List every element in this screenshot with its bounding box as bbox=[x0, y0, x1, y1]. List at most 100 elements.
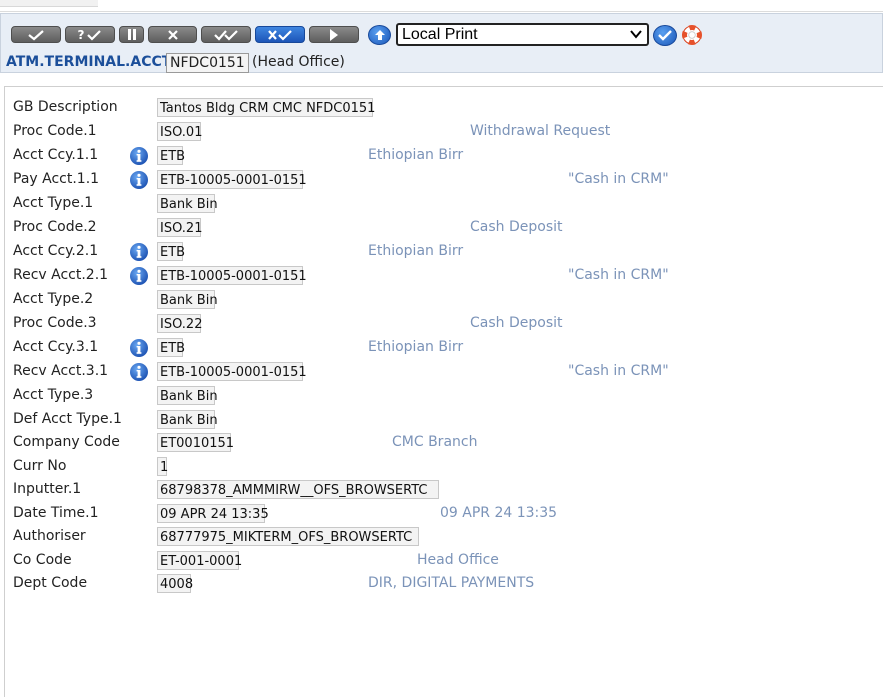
next-button[interactable] bbox=[309, 26, 359, 43]
field-description: Head Office bbox=[417, 552, 499, 568]
print-mode-select[interactable]: Local Print bbox=[396, 23, 649, 46]
field-description: Cash Deposit bbox=[470, 315, 563, 331]
form-row: Authoriser 68777975_MIKTERM_OFS_BROWSERTC bbox=[5, 526, 883, 548]
form-row: Recv Acct.3.1 ETB-10005-0001-0151 "Cash in… bbox=[5, 361, 883, 383]
field-value: 1 bbox=[157, 457, 168, 476]
validate-button[interactable] bbox=[11, 26, 61, 43]
form-row: Acct Ccy.2.1 ETB Ethiopian Birr bbox=[5, 241, 883, 263]
field-value: ET-001-0001 bbox=[157, 551, 242, 570]
field-description: DIR, DIGITAL PAYMENTS bbox=[368, 575, 535, 591]
field-label: Proc Code.3 bbox=[13, 315, 97, 331]
field-description: Ethiopian Birr bbox=[368, 147, 464, 163]
field-description: Withdrawal Request bbox=[470, 123, 611, 139]
field-description: "Cash in CRM" bbox=[568, 363, 669, 379]
form-row: Acct Ccy.1.1 ETB Ethiopian Birr bbox=[5, 145, 883, 167]
form-row: Inputter.1 68798378_AMMMIRW__OFS_BROWSERT… bbox=[5, 479, 883, 501]
field-label: Acct Type.1 bbox=[13, 195, 94, 211]
info-icon[interactable] bbox=[129, 242, 149, 262]
top-divider bbox=[0, 11, 883, 12]
field-description: Cash Deposit bbox=[470, 219, 563, 235]
field-value: Bank Bin bbox=[157, 386, 218, 405]
field-label: Proc Code.2 bbox=[13, 219, 97, 235]
up-arrow-button[interactable] bbox=[368, 25, 391, 45]
x-check-icon bbox=[268, 29, 292, 41]
info-icon[interactable] bbox=[129, 266, 149, 286]
form-row: GB Description Tantos Bldg CRM CMC NFDC01… bbox=[5, 97, 883, 119]
form-row: Proc Code.1 ISO.01 Withdrawal Request bbox=[5, 121, 883, 143]
browser-top-strip bbox=[0, 0, 883, 13]
form-row: Acct Type.1 Bank Bin bbox=[5, 193, 883, 215]
field-label: Inputter.1 bbox=[13, 481, 82, 497]
field-label: Company Code bbox=[13, 434, 120, 450]
field-label: Dept Code bbox=[13, 575, 88, 591]
field-value: ETB-10005-0001-0151 bbox=[157, 170, 307, 189]
field-label: GB Description bbox=[13, 99, 118, 115]
field-label: Co Code bbox=[13, 552, 72, 568]
lifebuoy-help-icon[interactable] bbox=[681, 24, 703, 46]
field-description: 09 APR 24 13:35 bbox=[440, 505, 558, 521]
form-row: Date Time.1 09 APR 24 13:35 09 APR 24 13:3… bbox=[5, 503, 883, 525]
record-id-field: NFDC0151 bbox=[166, 53, 249, 73]
field-label: Acct Ccy.2.1 bbox=[13, 243, 99, 259]
record-form: GB Description Tantos Bldg CRM CMC NFDC01… bbox=[4, 86, 883, 697]
field-value: 68798378_AMMMIRW__OFS_BROWSERTC bbox=[157, 480, 439, 499]
print-go-button[interactable] bbox=[653, 25, 677, 46]
field-value: ET0010151 bbox=[157, 433, 234, 452]
chevron-down-icon bbox=[630, 30, 642, 39]
field-label: Recv Acct.2.1 bbox=[13, 267, 109, 283]
info-icon[interactable] bbox=[129, 338, 149, 358]
form-row: Proc Code.2 ISO.21 Cash Deposit bbox=[5, 217, 883, 239]
field-value: ISO.22 bbox=[157, 314, 202, 333]
pause-icon bbox=[127, 29, 136, 40]
field-label: Curr No bbox=[13, 458, 67, 474]
check-icon bbox=[28, 29, 44, 40]
field-value: Bank Bin bbox=[157, 410, 218, 429]
double-validate-button[interactable] bbox=[201, 26, 251, 43]
field-value: 68777975_MIKTERM_OFS_BROWSERTC bbox=[157, 527, 419, 546]
form-row: Proc Code.3 ISO.22 Cash Deposit bbox=[5, 313, 883, 335]
delete-button[interactable] bbox=[148, 26, 197, 43]
field-label: Acct Type.2 bbox=[13, 291, 94, 307]
info-icon[interactable] bbox=[129, 146, 149, 166]
x-icon bbox=[167, 29, 178, 40]
info-icon[interactable] bbox=[129, 362, 149, 382]
company-label: (Head Office) bbox=[252, 54, 345, 70]
field-value: Tantos Bldg CRM CMC NFDC0151 bbox=[157, 98, 375, 117]
up-arrow-icon bbox=[374, 30, 385, 40]
field-description: Ethiopian Birr bbox=[368, 339, 464, 355]
form-row: Pay Acct.1.1 ETB-10005-0001-0151 "Cash in … bbox=[5, 169, 883, 191]
browser-tab-stub[interactable] bbox=[0, 0, 98, 7]
hold-button-label: ? bbox=[77, 27, 85, 42]
form-row: Recv Acct.2.1 ETB-10005-0001-0151 "Cash in… bbox=[5, 265, 883, 287]
field-label: Acct Ccy.1.1 bbox=[13, 147, 99, 163]
field-value: ETB-10005-0001-0151 bbox=[157, 266, 307, 285]
field-value: Bank Bin bbox=[157, 290, 218, 309]
check-icon bbox=[87, 29, 102, 41]
field-value: ETB bbox=[157, 338, 185, 357]
field-label: Proc Code.1 bbox=[13, 123, 97, 139]
form-row: Acct Type.2 Bank Bin bbox=[5, 289, 883, 311]
field-value: 4008 bbox=[157, 574, 193, 593]
field-description: Ethiopian Birr bbox=[368, 243, 464, 259]
hold-button[interactable]: ? bbox=[65, 26, 115, 43]
pause-button[interactable] bbox=[119, 26, 144, 43]
field-label: Acct Ccy.3.1 bbox=[13, 339, 99, 355]
info-icon[interactable] bbox=[129, 170, 149, 190]
field-label: Acct Type.3 bbox=[13, 387, 94, 403]
form-row: Acct Ccy.3.1 ETB Ethiopian Birr bbox=[5, 337, 883, 359]
field-value: ETB-10005-0001-0151 bbox=[157, 362, 307, 381]
form-row: Acct Type.3 Bank Bin bbox=[5, 385, 883, 407]
print-mode-value: Local Print bbox=[402, 26, 478, 43]
check-icon bbox=[658, 30, 672, 41]
form-row: Dept Code 4008 DIR, DIGITAL PAYMENTS bbox=[5, 573, 883, 595]
field-value: ISO.01 bbox=[157, 122, 202, 141]
field-value: Bank Bin bbox=[157, 194, 218, 213]
field-value: ETB bbox=[157, 146, 185, 165]
field-value: ISO.21 bbox=[157, 218, 202, 237]
form-row: Def Acct Type.1 Bank Bin bbox=[5, 409, 883, 431]
field-description: "Cash in CRM" bbox=[568, 171, 669, 187]
authorise-button[interactable] bbox=[255, 26, 305, 43]
field-label: Authoriser bbox=[13, 528, 86, 544]
field-label: Pay Acct.1.1 bbox=[13, 171, 100, 187]
application-title: ATM.TERMINAL.ACCT bbox=[6, 54, 172, 70]
